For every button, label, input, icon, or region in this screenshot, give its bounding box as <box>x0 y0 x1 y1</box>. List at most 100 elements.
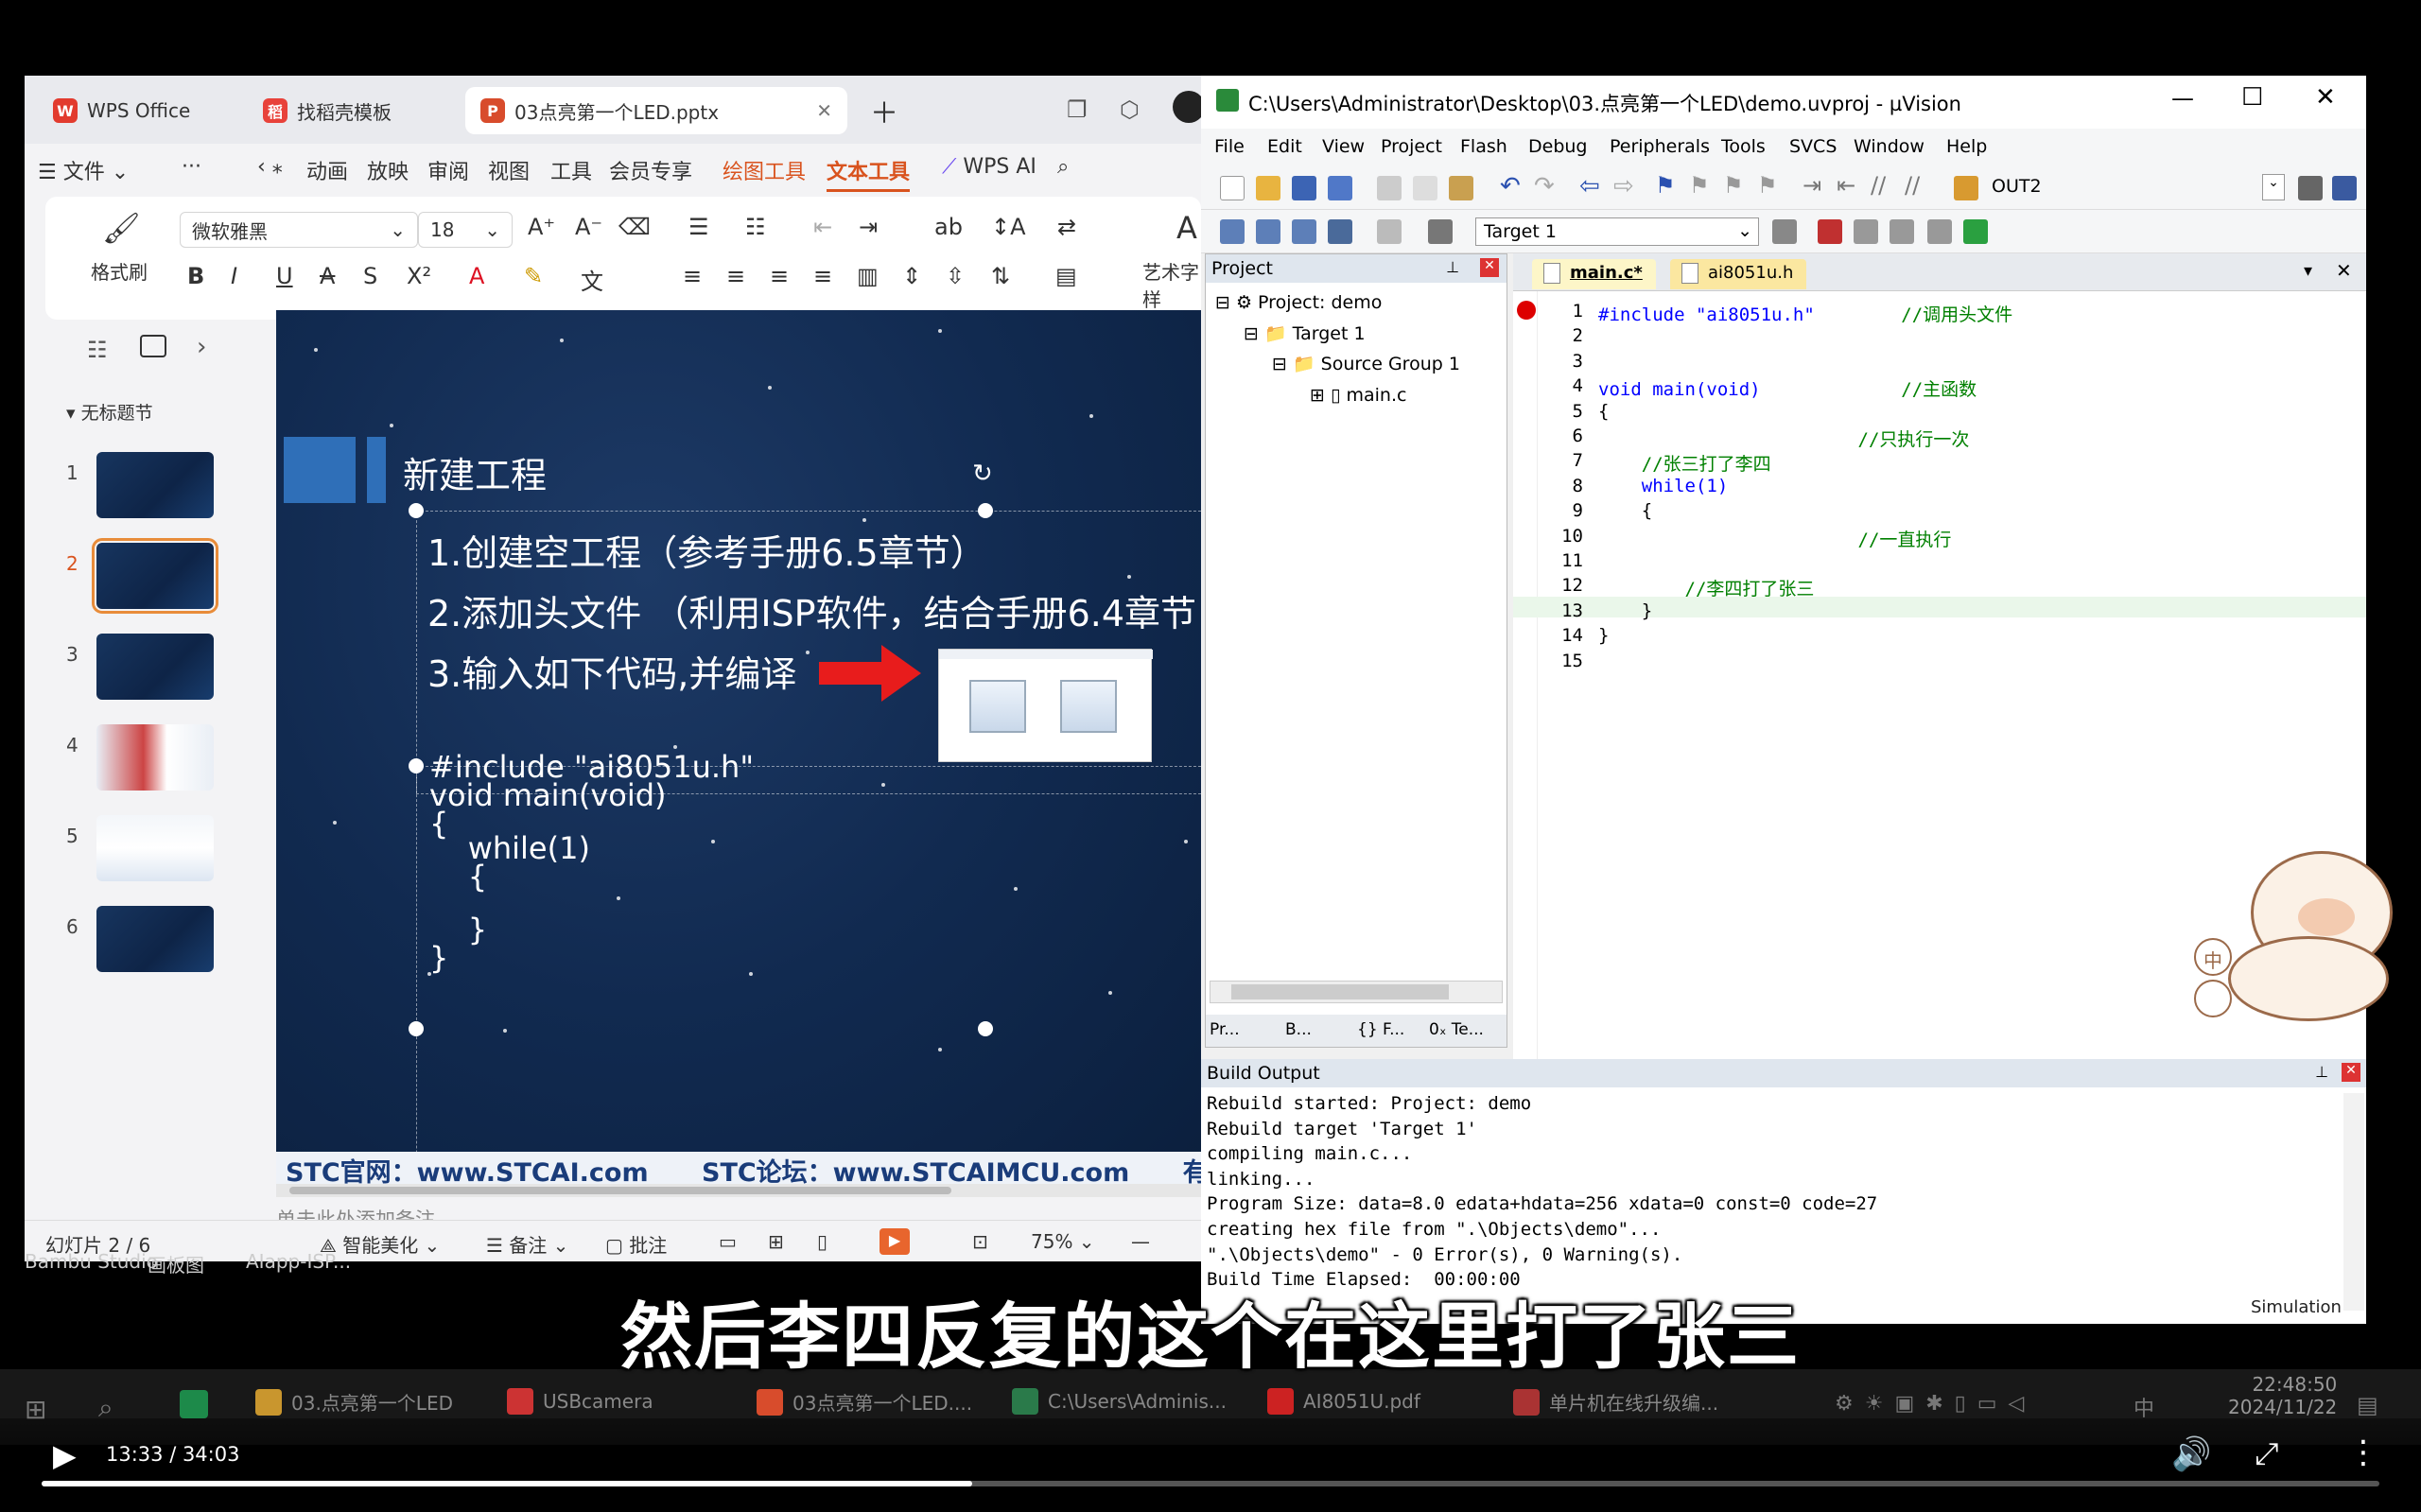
resize-handle[interactable] <box>978 1021 993 1036</box>
taskbar-app[interactable]: C:\Users\Adminis... <box>1012 1388 1227 1415</box>
menu-flash[interactable]: Flash <box>1460 136 1507 157</box>
indent-icon[interactable]: ⇥ <box>859 214 878 240</box>
taskbar-app[interactable]: AI8051U.pdf <box>1267 1388 1420 1415</box>
build-icon[interactable] <box>1256 219 1280 244</box>
manage-components-icon[interactable] <box>1818 219 1842 244</box>
align-center-icon[interactable]: ≡ <box>726 263 745 289</box>
slide-line[interactable]: 3.输入如下代码,并编译 <box>427 645 796 697</box>
window-icon[interactable]: ❐ <box>1067 96 1088 123</box>
menu-peripherals[interactable]: Peripherals <box>1610 136 1710 157</box>
open-icon[interactable] <box>1256 176 1280 200</box>
section-header[interactable]: ▾ 无标题节 <box>66 399 153 425</box>
menu-text-tools[interactable]: 文本工具 <box>827 155 911 192</box>
align-left-icon[interactable]: ≡ <box>683 263 702 289</box>
volume-icon[interactable]: 🔊 <box>2171 1435 2211 1473</box>
code-line[interactable]: void main(void) //主函数 <box>1598 375 1977 401</box>
strikethrough-icon[interactable]: A <box>320 263 335 289</box>
bullet-list-icon[interactable]: ☰ <box>688 214 709 240</box>
tree-main-c[interactable]: ⊞ ▯ main.c <box>1310 385 1406 406</box>
slide-thumbnail-1[interactable] <box>96 452 214 518</box>
pin-icon[interactable]: ⊥ <box>2315 1063 2328 1081</box>
text-direction-icon[interactable]: ab <box>934 214 963 240</box>
code-line[interactable]: //张三打了李四 <box>1598 450 1771 476</box>
code-line[interactable]: //一直执行 <box>1598 526 1952 551</box>
close-icon[interactable]: ✕ <box>2315 83 2336 112</box>
close-editor-icon[interactable]: ✕ <box>2336 259 2352 282</box>
slide-thumbnail-3[interactable] <box>96 634 214 700</box>
templates-tab[interactable]: 0ₓ Te... <box>1429 1020 1484 1039</box>
menu-debug[interactable]: Debug <box>1528 136 1587 157</box>
code-line[interactable]: //只执行一次 <box>1598 426 1970 451</box>
avatar[interactable] <box>1173 91 1201 123</box>
minimize-icon[interactable]: — <box>2171 85 2194 112</box>
menu-file[interactable]: File <box>1214 136 1245 157</box>
download-icon[interactable] <box>1428 219 1453 244</box>
line-spacing-icon[interactable]: ⇕ <box>902 263 921 289</box>
menu-animation[interactable]: 动画 <box>306 155 348 185</box>
outline-view-icon[interactable]: ☷ <box>87 337 108 363</box>
nav-back-icon[interactable]: ⇦ <box>1579 172 1600 200</box>
desktop-icon[interactable]: Bambu Studio <box>25 1250 158 1273</box>
desktop-icon[interactable]: 画板图 <box>148 1250 204 1277</box>
menu-review[interactable]: 审阅 <box>427 155 469 185</box>
tree-source-group[interactable]: ⊟ 📁 Source Group 1 <box>1272 353 1460 374</box>
phonetic-icon[interactable]: 文 <box>581 263 603 296</box>
slide-thumbnail-6[interactable] <box>96 906 214 972</box>
taskbar-app[interactable]: USBcamera <box>507 1388 653 1415</box>
new-tab-button[interactable]: ＋ <box>855 87 921 134</box>
tab-ai8051u-h[interactable]: ai8051u.h <box>1670 259 1807 289</box>
batch-build-icon[interactable] <box>1328 219 1352 244</box>
resize-handle[interactable] <box>409 503 424 518</box>
stop-build-icon[interactable] <box>1377 219 1402 244</box>
menu-edit[interactable]: Edit <box>1267 136 1302 157</box>
code-line[interactable]: while(1) <box>1598 476 1729 496</box>
chevron-right-icon[interactable]: › <box>197 333 206 361</box>
format-painter-icon[interactable]: 🖌 <box>102 210 141 246</box>
menu-drawing-tools[interactable]: 绘图工具 <box>723 155 806 185</box>
tree-target[interactable]: ⊟ 📁 Target 1 <box>1244 322 1366 344</box>
clear-format-icon[interactable]: ⌫ <box>618 214 651 240</box>
rte-icon[interactable] <box>1890 219 1914 244</box>
menu-project[interactable]: Project <box>1381 136 1442 157</box>
code-line[interactable]: #include "ai8051u.h" //调用头文件 <box>1598 301 2012 326</box>
save-all-icon[interactable] <box>1328 176 1352 200</box>
taskbar-app[interactable]: 03点亮第一个LED.... <box>757 1388 972 1416</box>
find-in-files-icon[interactable] <box>1954 176 1978 200</box>
search-icon[interactable]: ⌕ <box>1057 155 1069 179</box>
taskbar-app[interactable]: 单片机在线升级编... <box>1513 1388 1718 1416</box>
underline-icon[interactable]: U <box>276 263 293 289</box>
slide-line[interactable]: 1.创建空工程（参考手册6.5章节） <box>427 524 986 576</box>
outdent-icon[interactable]: ⇤ <box>1837 172 1855 199</box>
new-file-icon[interactable] <box>1220 176 1245 200</box>
exit-fullscreen-icon[interactable]: ⤢ <box>2255 1435 2279 1472</box>
play-icon[interactable]: ▶ <box>53 1437 77 1473</box>
slide-view-icon[interactable] <box>140 335 166 357</box>
notification-icon[interactable]: ▤ <box>2357 1392 2378 1418</box>
project-h-scrollbar[interactable] <box>1210 981 1503 1003</box>
fit-icon[interactable]: ⊡ <box>972 1230 988 1253</box>
file-menu[interactable]: ☰ 文件 ⌄ <box>38 155 129 185</box>
pin-icon[interactable]: ⊥ <box>1446 258 1459 276</box>
slide-thumbnail-4[interactable] <box>96 724 214 791</box>
incremental-find-icon[interactable] <box>2332 176 2357 200</box>
bold-icon[interactable]: B <box>187 263 204 289</box>
bookmark-next-icon[interactable]: ⚑ <box>1723 172 1744 199</box>
play-slideshow-button[interactable]: ▶ <box>880 1228 910 1255</box>
code-line[interactable]: { <box>1598 401 1609 422</box>
file-extensions-icon[interactable] <box>1854 219 1878 244</box>
scroll-left-icon[interactable]: ‹ ⁎ <box>257 155 283 179</box>
system-tray-icons[interactable]: ⚙☀▣✱▯▭◁ <box>1835 1392 2035 1416</box>
text-box-icon[interactable]: ▤ <box>1055 263 1077 289</box>
tab-main-c[interactable]: main.c* <box>1532 259 1656 289</box>
nav-forward-icon[interactable]: ⇨ <box>1613 172 1634 200</box>
comment-icon[interactable]: // <box>1871 172 1886 199</box>
sorter-view-icon[interactable]: ⊞ <box>768 1230 784 1253</box>
slide-line[interactable]: 2.添加头文件 （利用ISP软件，结合手册6.4章节 <box>427 584 1196 636</box>
art-text-icon[interactable]: A <box>1176 210 1197 246</box>
slide-thumbnail-5[interactable] <box>96 815 214 881</box>
find-combo-dropdown[interactable]: ⌄ <box>2262 174 2285 200</box>
books-tab[interactable]: B... <box>1285 1020 1312 1039</box>
bookmark-icon[interactable]: ⚑ <box>1655 172 1676 199</box>
horizontal-scrollbar[interactable] <box>276 1184 1201 1197</box>
rotate-icon[interactable]: ↻ <box>972 460 993 488</box>
